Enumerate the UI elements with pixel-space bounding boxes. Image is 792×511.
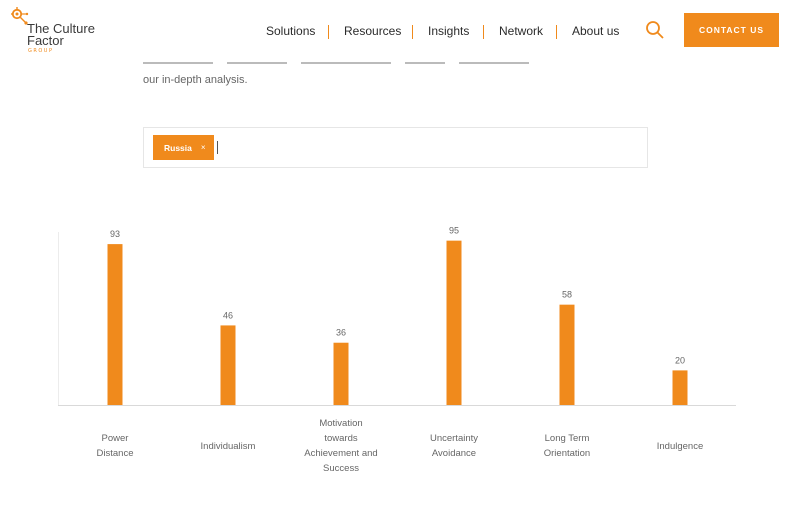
country-search-box[interactable]: Russia × (143, 127, 648, 168)
bar[interactable] (559, 304, 575, 405)
bar-value-label: 46 (223, 310, 233, 320)
logo-wordmark: The Culture Factor (27, 22, 95, 48)
nav-separator (556, 25, 557, 39)
bar-value-label: 36 (336, 328, 346, 338)
nav-separator (328, 25, 329, 39)
nav-separator (483, 25, 484, 39)
site-header: The Culture Factor GROUP Solutions Resou… (0, 0, 792, 62)
bar-value-label: 95 (449, 226, 459, 236)
category-label: Long Term Orientation (543, 433, 591, 459)
logo-subtitle: GROUP (28, 48, 54, 54)
intro-text: our in-depth analysis. (143, 74, 248, 86)
nav-separator (412, 25, 413, 39)
category-label: Motivation towards Achievement and Success (304, 418, 378, 474)
contact-us-button[interactable]: CONTACT US (684, 13, 779, 47)
nav-resources[interactable]: Resources (344, 24, 401, 38)
category-label: Uncertainty Avoidance (429, 433, 479, 459)
nav-network[interactable]: Network (499, 24, 543, 38)
bar[interactable] (333, 342, 349, 405)
category-label: Individualism (200, 440, 256, 452)
bar[interactable] (446, 240, 462, 405)
category-label: Power Distance (96, 433, 134, 459)
bar[interactable] (107, 244, 123, 405)
bar-value-label: 58 (562, 290, 572, 300)
bar[interactable] (672, 370, 688, 405)
logo-line-2: Factor (27, 33, 64, 48)
text-caret (217, 141, 218, 154)
intro-text-clipped (143, 60, 563, 65)
bar-value-label: 93 (110, 229, 120, 239)
chart-plot: 93 46 36 95 58 20 (58, 226, 736, 406)
country-tag[interactable]: Russia × (153, 135, 214, 160)
logo[interactable]: The Culture Factor GROUP (10, 6, 100, 58)
bar-value-label: 20 (675, 355, 685, 365)
category-label: Indulgence (656, 440, 704, 452)
search-icon[interactable] (645, 20, 665, 40)
nav-solutions[interactable]: Solutions (266, 24, 315, 38)
nav-insights[interactable]: Insights (428, 24, 469, 38)
bar[interactable] (220, 325, 236, 405)
dimension-chart: 93 46 36 95 58 20 Power Distance Individualism M… (0, 0, 792, 511)
country-tag-label: Russia (164, 142, 192, 153)
nav-about-us[interactable]: About us (572, 24, 619, 38)
tag-remove-icon[interactable]: × (201, 143, 206, 152)
